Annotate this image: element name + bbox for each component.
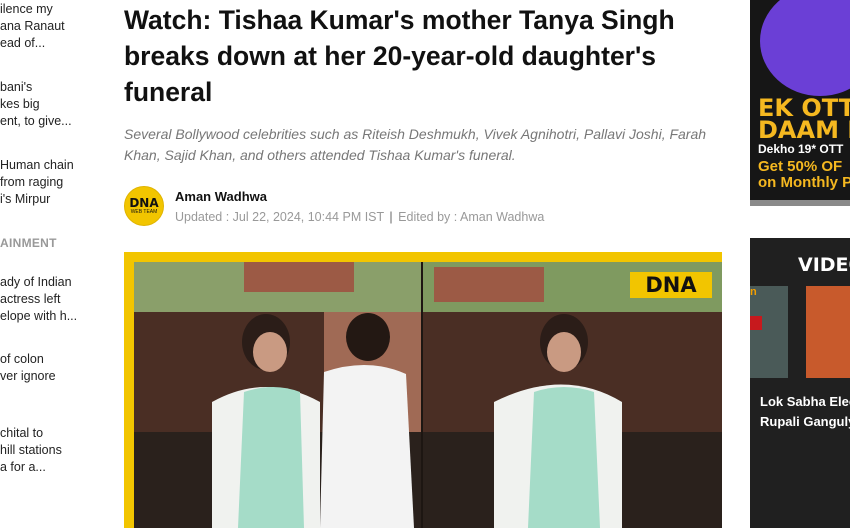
sidebar-story-3[interactable]: Human chain from raging i's Mirpur [0,157,100,208]
story-line: hill stations [0,443,62,457]
story-line: bani's [0,80,33,94]
story-line: Human chain [0,158,74,172]
video-caption-1[interactable]: Lok Sabha Elec [760,394,850,409]
sidebar-story-6[interactable]: chital to hill stations a for a... [0,425,100,476]
ad-subtext: Dekho 19* OTT [758,142,844,156]
byline: DNA WEB TEAM Aman Wadhwa Updated : Jul 2… [124,186,724,230]
story-line: ilence my [0,2,53,16]
ad-offer-1: Get 50% OF [758,158,843,175]
video-widget: VIDEO n Lok Sabha Elec Rupali Ganguly [750,238,850,528]
story-line: a for a... [0,460,46,474]
sidebar-story-5[interactable]: of colon ver ignore [0,351,100,385]
author-avatar[interactable]: DNA WEB TEAM [124,186,164,226]
article-subhead: Several Bollywood celebrities such as Ri… [124,126,707,163]
avatar-logo-text: DNA [129,196,159,210]
avatar-logo-subtext: WEB TEAM [130,209,158,215]
story-line: of colon [0,352,44,366]
live-marker [750,316,762,330]
article-headline: Watch: Tishaa Kumar's mother Tanya Singh… [124,5,675,107]
left-sidebar: ilence my ana Ranaut ead of... bani's ke… [0,0,100,528]
ad-footer-strip [750,200,850,206]
story-line: from raging [0,175,64,189]
ott-advertisement[interactable]: EK OTT DAAM P Dekho 19* OTT Get 50% OF o… [750,0,850,206]
meta-separator: | [389,210,393,224]
story-line: i's Mirpur [0,192,51,206]
video-section-title: VIDEO [798,254,850,276]
updated-timestamp: Updated : Jul 22, 2024, 10:44 PM IST [175,210,384,224]
story-line: ver ignore [0,369,56,383]
article-meta: Updated : Jul 22, 2024, 10:44 PM IST | E… [175,210,544,224]
sidebar-story-2[interactable]: bani's kes big ent, to give... [0,79,100,130]
sidebar-story-4[interactable]: ady of Indian actress left elope with h.… [0,274,100,325]
story-line: ady of Indian [0,275,72,289]
author-name-link[interactable]: Aman Wadhwa [175,189,267,204]
ad-headline-2: DAAM P [758,116,850,144]
article-photo[interactable]: DNA [124,252,722,528]
section-heading: AINMENT [0,236,57,250]
story-line: kes big [0,97,40,111]
story-line: elope with h... [0,309,78,323]
story-line: chital to [0,426,44,440]
story-line: actress left [0,292,61,306]
ad-offer-2: on Monthly P [758,174,850,191]
story-line: ent, to give... [0,114,72,128]
video-tag: n [750,286,757,298]
story-line: ead of... [0,36,46,50]
video-caption-2[interactable]: Rupali Ganguly [760,414,850,429]
edited-by: Edited by : Aman Wadhwa [398,210,545,224]
video-thumbnail-1[interactable] [750,286,788,378]
ad-graphic [760,0,850,96]
sidebar-story-1[interactable]: ilence my ana Ranaut ead of... [0,1,100,52]
story-line: ana Ranaut [0,19,65,33]
video-thumbnail-2[interactable] [806,286,850,378]
dna-watermark: DNA [630,272,712,298]
photo-divider [421,262,423,528]
